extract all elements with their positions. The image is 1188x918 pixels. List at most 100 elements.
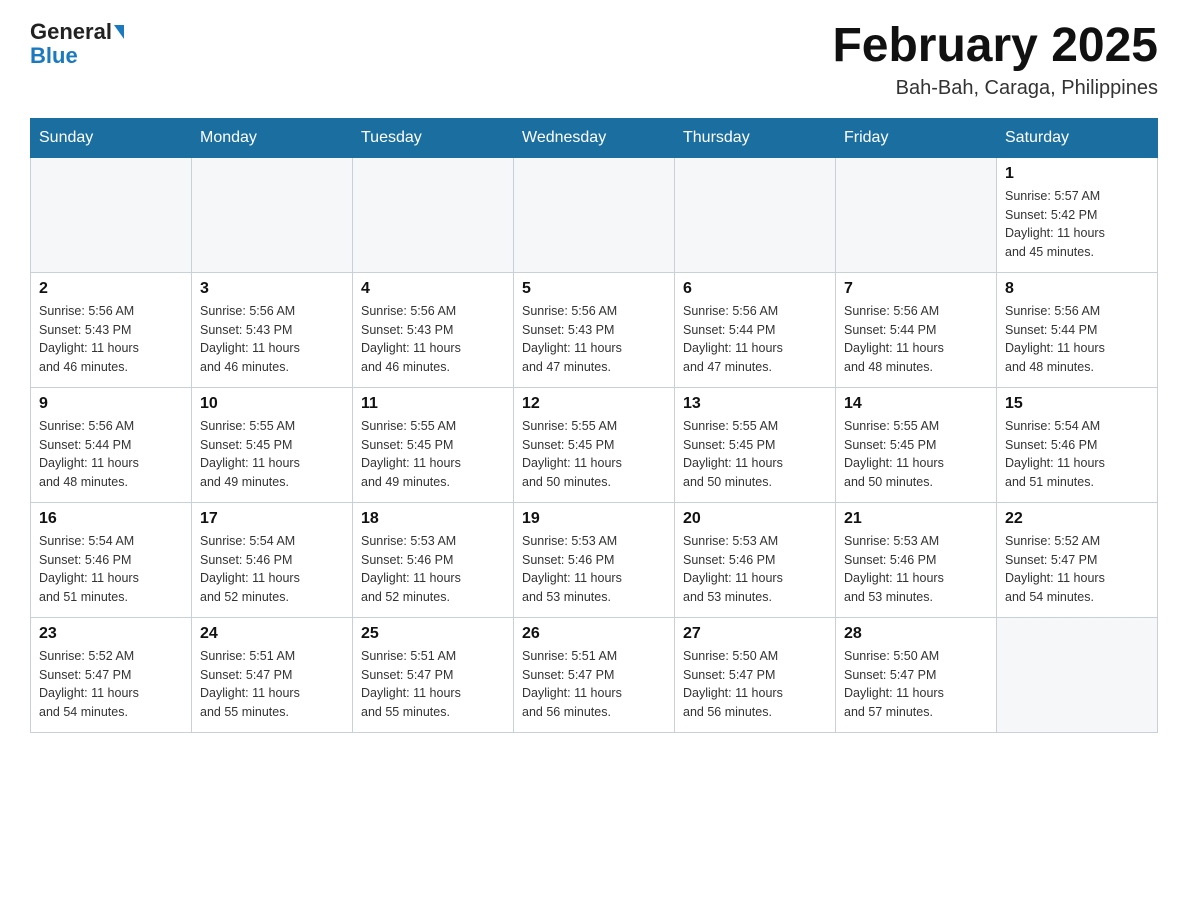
calendar-week-row: 23Sunrise: 5:52 AM Sunset: 5:47 PM Dayli…: [31, 617, 1158, 732]
day-number: 8: [1005, 280, 1149, 298]
day-number: 10: [200, 395, 344, 413]
day-number: 6: [683, 280, 827, 298]
day-info: Sunrise: 5:56 AM Sunset: 5:43 PM Dayligh…: [200, 302, 344, 377]
day-info: Sunrise: 5:53 AM Sunset: 5:46 PM Dayligh…: [522, 532, 666, 607]
logo-general: General: [30, 20, 112, 44]
calendar-day-cell: 28 Sunrise: 5:50 AM Sunset: 5:47 PM Dayli…: [836, 617, 997, 732]
calendar-day-cell: 6 Sunrise: 5:56 AM Sunset: 5:44 PM Daylig…: [675, 272, 836, 387]
day-info: Sunrise: 5:54 AM Sunset: 5:46 PM Dayligh…: [200, 532, 344, 607]
calendar-day-cell: [514, 157, 675, 272]
day-number: 16: [39, 510, 183, 528]
day-number: 23: [39, 625, 183, 643]
calendar-day-cell: 7Sunrise: 5:56 AM Sunset: 5:44 PM Daylig…: [836, 272, 997, 387]
calendar-day-cell: 11 Sunrise: 5:55 AM Sunset: 5:45 PM Dayli…: [353, 387, 514, 502]
day-number: 20: [683, 510, 827, 528]
day-number: 21: [844, 510, 988, 528]
day-info: Sunrise: 5:50 AM Sunset: 5:47 PM Dayligh…: [844, 647, 988, 722]
day-info: Sunrise: 5:51 AM Sunset: 5:47 PM Dayligh…: [200, 647, 344, 722]
calendar-day-cell: [836, 157, 997, 272]
calendar-day-cell: 8 Sunrise: 5:56 AM Sunset: 5:44 PM Daylig…: [997, 272, 1158, 387]
day-info: Sunrise: 5:52 AM Sunset: 5:47 PM Dayligh…: [1005, 532, 1149, 607]
calendar-day-cell: 10 Sunrise: 5:55 AM Sunset: 5:45 PM Dayli…: [192, 387, 353, 502]
day-info: Sunrise: 5:53 AM Sunset: 5:46 PM Dayligh…: [683, 532, 827, 607]
day-number: 7: [844, 280, 988, 298]
day-number: 22: [1005, 510, 1149, 528]
day-info: Sunrise: 5:55 AM Sunset: 5:45 PM Dayligh…: [844, 417, 988, 492]
calendar-day-cell: 26 Sunrise: 5:51 AM Sunset: 5:47 PM Dayli…: [514, 617, 675, 732]
calendar-day-cell: [675, 157, 836, 272]
day-number: 12: [522, 395, 666, 413]
day-info: Sunrise: 5:56 AM Sunset: 5:43 PM Dayligh…: [361, 302, 505, 377]
calendar-day-cell: 16Sunrise: 5:54 AM Sunset: 5:46 PM Dayli…: [31, 502, 192, 617]
day-number: 3: [200, 280, 344, 298]
calendar-day-cell: 5 Sunrise: 5:56 AM Sunset: 5:43 PM Daylig…: [514, 272, 675, 387]
day-info: Sunrise: 5:56 AM Sunset: 5:44 PM Dayligh…: [1005, 302, 1149, 377]
calendar-day-cell: [997, 617, 1158, 732]
day-number: 1: [1005, 165, 1149, 183]
calendar-week-row: 2Sunrise: 5:56 AM Sunset: 5:43 PM Daylig…: [31, 272, 1158, 387]
calendar-day-cell: 1 Sunrise: 5:57 AM Sunset: 5:42 PM Daylig…: [997, 157, 1158, 272]
day-number: 25: [361, 625, 505, 643]
day-number: 11: [361, 395, 505, 413]
day-info: Sunrise: 5:53 AM Sunset: 5:46 PM Dayligh…: [361, 532, 505, 607]
day-number: 17: [200, 510, 344, 528]
day-number: 24: [200, 625, 344, 643]
calendar-day-cell: 20 Sunrise: 5:53 AM Sunset: 5:46 PM Dayli…: [675, 502, 836, 617]
day-number: 9: [39, 395, 183, 413]
calendar-week-row: 9 Sunrise: 5:56 AM Sunset: 5:44 PM Daylig…: [31, 387, 1158, 502]
logo-blue: Blue: [30, 44, 78, 68]
month-year-title: February 2025: [832, 20, 1158, 73]
day-info: Sunrise: 5:57 AM Sunset: 5:42 PM Dayligh…: [1005, 187, 1149, 262]
day-number: 14: [844, 395, 988, 413]
logo: General Blue: [30, 20, 124, 68]
day-info: Sunrise: 5:53 AM Sunset: 5:46 PM Dayligh…: [844, 532, 988, 607]
calendar-day-cell: 17 Sunrise: 5:54 AM Sunset: 5:46 PM Dayli…: [192, 502, 353, 617]
weekday-header-saturday: Saturday: [997, 118, 1158, 157]
weekday-header-wednesday: Wednesday: [514, 118, 675, 157]
day-number: 19: [522, 510, 666, 528]
day-number: 18: [361, 510, 505, 528]
logo-triangle-icon: [114, 25, 124, 39]
day-info: Sunrise: 5:56 AM Sunset: 5:43 PM Dayligh…: [39, 302, 183, 377]
calendar-day-cell: 4Sunrise: 5:56 AM Sunset: 5:43 PM Daylig…: [353, 272, 514, 387]
calendar-table: SundayMondayTuesdayWednesdayThursdayFrid…: [30, 118, 1158, 733]
weekday-header-sunday: Sunday: [31, 118, 192, 157]
calendar-day-cell: 14 Sunrise: 5:55 AM Sunset: 5:45 PM Dayli…: [836, 387, 997, 502]
calendar-day-cell: 19 Sunrise: 5:53 AM Sunset: 5:46 PM Dayli…: [514, 502, 675, 617]
calendar-day-cell: 15Sunrise: 5:54 AM Sunset: 5:46 PM Dayli…: [997, 387, 1158, 502]
day-number: 28: [844, 625, 988, 643]
calendar-week-row: 1 Sunrise: 5:57 AM Sunset: 5:42 PM Daylig…: [31, 157, 1158, 272]
day-info: Sunrise: 5:51 AM Sunset: 5:47 PM Dayligh…: [361, 647, 505, 722]
location-subtitle: Bah-Bah, Caraga, Philippines: [832, 77, 1158, 100]
weekday-header-thursday: Thursday: [675, 118, 836, 157]
title-section: February 2025 Bah-Bah, Caraga, Philippin…: [832, 20, 1158, 100]
calendar-day-cell: 12 Sunrise: 5:55 AM Sunset: 5:45 PM Dayli…: [514, 387, 675, 502]
calendar-day-cell: 24 Sunrise: 5:51 AM Sunset: 5:47 PM Dayli…: [192, 617, 353, 732]
weekday-header-monday: Monday: [192, 118, 353, 157]
calendar-day-cell: [192, 157, 353, 272]
day-number: 26: [522, 625, 666, 643]
day-info: Sunrise: 5:56 AM Sunset: 5:44 PM Dayligh…: [39, 417, 183, 492]
day-info: Sunrise: 5:50 AM Sunset: 5:47 PM Dayligh…: [683, 647, 827, 722]
calendar-day-cell: 9 Sunrise: 5:56 AM Sunset: 5:44 PM Daylig…: [31, 387, 192, 502]
calendar-day-cell: 22 Sunrise: 5:52 AM Sunset: 5:47 PM Dayli…: [997, 502, 1158, 617]
day-info: Sunrise: 5:56 AM Sunset: 5:44 PM Dayligh…: [683, 302, 827, 377]
calendar-day-cell: 18 Sunrise: 5:53 AM Sunset: 5:46 PM Dayli…: [353, 502, 514, 617]
page-header: General Blue February 2025 Bah-Bah, Cara…: [30, 20, 1158, 100]
day-number: 13: [683, 395, 827, 413]
day-info: Sunrise: 5:55 AM Sunset: 5:45 PM Dayligh…: [522, 417, 666, 492]
calendar-day-cell: 21 Sunrise: 5:53 AM Sunset: 5:46 PM Dayli…: [836, 502, 997, 617]
calendar-day-cell: [353, 157, 514, 272]
weekday-header-tuesday: Tuesday: [353, 118, 514, 157]
day-number: 5: [522, 280, 666, 298]
day-number: 15: [1005, 395, 1149, 413]
day-number: 27: [683, 625, 827, 643]
day-info: Sunrise: 5:55 AM Sunset: 5:45 PM Dayligh…: [361, 417, 505, 492]
day-info: Sunrise: 5:56 AM Sunset: 5:43 PM Dayligh…: [522, 302, 666, 377]
calendar-day-cell: 23Sunrise: 5:52 AM Sunset: 5:47 PM Dayli…: [31, 617, 192, 732]
day-info: Sunrise: 5:55 AM Sunset: 5:45 PM Dayligh…: [200, 417, 344, 492]
calendar-day-cell: 2Sunrise: 5:56 AM Sunset: 5:43 PM Daylig…: [31, 272, 192, 387]
calendar-week-row: 16 Sunrise: 5:54 AM Sunset: 5:46 PM Dayli…: [31, 502, 1158, 617]
day-info: Sunrise: 5:55 AM Sunset: 5:45 PM Dayligh…: [683, 417, 827, 492]
day-info: Sunrise: 5:51 AM Sunset: 5:47 PM Dayligh…: [522, 647, 666, 722]
